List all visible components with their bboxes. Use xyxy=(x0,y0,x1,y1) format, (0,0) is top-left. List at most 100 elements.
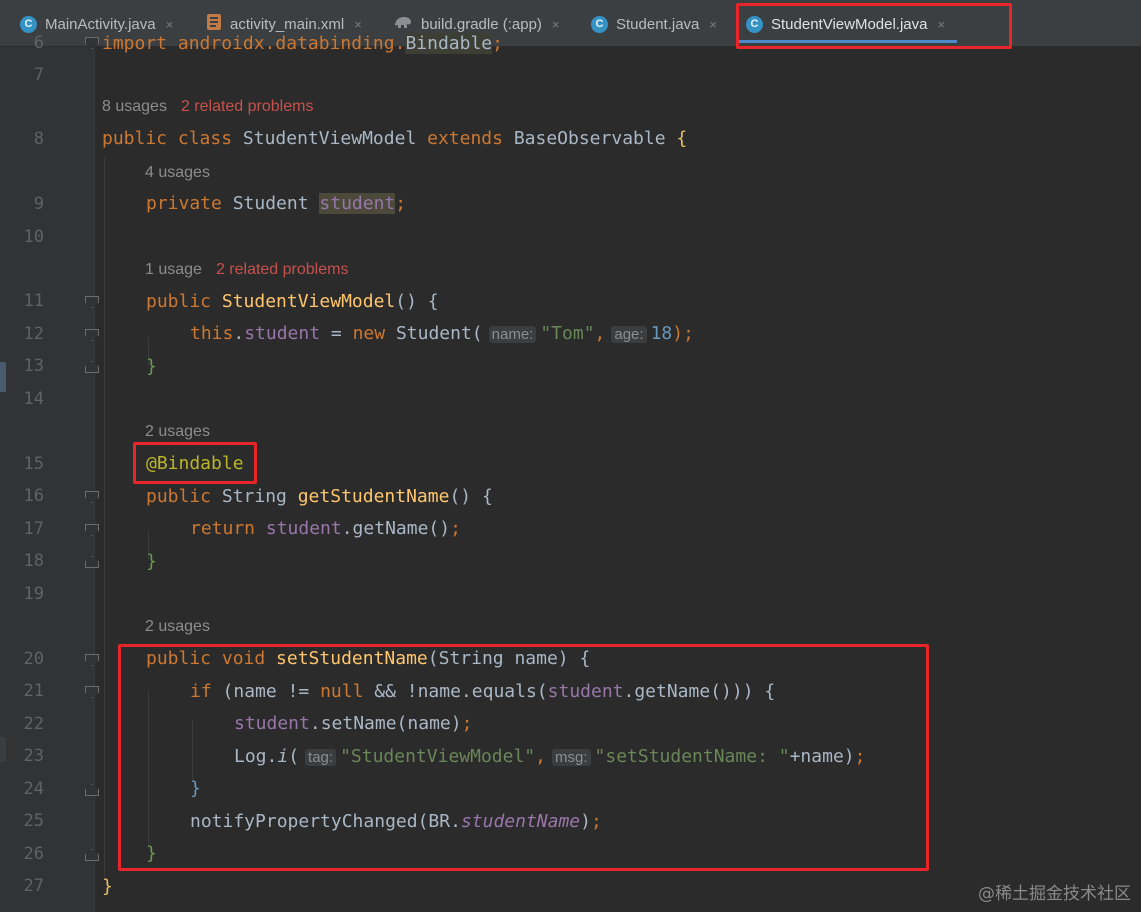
code-token: () { xyxy=(449,486,493,507)
line-number: 15 xyxy=(23,454,44,474)
usages-hint[interactable]: 8 usages 2 related problems xyxy=(102,97,313,117)
code-token: Student xyxy=(232,193,320,214)
setter-method-highlight-box xyxy=(118,644,929,871)
tab-student-java[interactable]: C Student.java × xyxy=(591,8,717,40)
line-number: 14 xyxy=(23,389,44,409)
code-line-13: } xyxy=(146,356,157,378)
code-token: , xyxy=(594,323,606,344)
line-number: 27 xyxy=(23,876,44,896)
code-line-27: } xyxy=(102,876,113,898)
line-number: 24 xyxy=(23,779,44,799)
close-icon[interactable]: × xyxy=(709,17,717,32)
annotation-highlight-box xyxy=(133,442,257,484)
usages-hint[interactable]: 4 usages xyxy=(145,163,210,183)
line-number: 23 xyxy=(23,746,44,766)
line-number: 11 xyxy=(23,291,44,311)
line-number: 7 xyxy=(33,65,44,85)
parameter-hint: age: xyxy=(611,326,647,343)
code-token: . xyxy=(233,323,245,344)
active-tab-highlight-box xyxy=(736,3,1012,49)
code-token: String xyxy=(221,486,298,507)
tab-label: activity_main.xml xyxy=(230,15,345,33)
code-token: student xyxy=(265,518,342,539)
line-number: 25 xyxy=(23,811,44,831)
usages-count[interactable]: 2 usages xyxy=(145,618,210,635)
line-number: 9 xyxy=(33,194,44,214)
usages-hint[interactable]: 2 usages xyxy=(145,422,210,442)
close-icon[interactable]: × xyxy=(552,17,560,32)
code-token: public xyxy=(146,486,222,507)
line-number: 10 xyxy=(23,227,44,247)
code-token: new xyxy=(352,323,396,344)
usages-count[interactable]: 8 usages xyxy=(102,98,167,115)
gradle-icon xyxy=(393,14,413,34)
code-token: 18 xyxy=(650,323,673,344)
code-token: student xyxy=(319,193,396,214)
line-number: 26 xyxy=(23,844,44,864)
code-token: ; xyxy=(395,193,407,214)
code-token: Bindable xyxy=(405,33,493,54)
code-token: public class xyxy=(102,128,243,149)
code-token: } xyxy=(102,876,113,897)
watermark: @稀土掘金技术社区 xyxy=(978,884,1131,904)
xml-layout-icon xyxy=(206,13,222,35)
line-number: 22 xyxy=(23,714,44,734)
close-icon[interactable]: × xyxy=(166,17,174,32)
code-editor[interactable]: 6 7 8 9 10 11 12 13 14 15 16 17 18 19 20… xyxy=(0,33,1141,912)
code-line-11: public StudentViewModel() { xyxy=(146,291,439,313)
code-token: BaseObservable xyxy=(513,128,677,149)
problems-hint[interactable]: 2 related problems xyxy=(216,261,349,278)
java-class-icon: C xyxy=(591,15,608,33)
usages-count[interactable]: 2 usages xyxy=(145,423,210,440)
code-token: Student( xyxy=(395,323,483,344)
code-token: () { xyxy=(395,291,439,312)
code-token: return xyxy=(190,518,266,539)
line-number: 6 xyxy=(33,33,44,53)
code-token: import androidx.databinding. xyxy=(102,33,406,54)
parameter-hint: name: xyxy=(488,326,537,343)
code-line-17: return student.getName(); xyxy=(190,518,461,540)
code-token: { xyxy=(676,128,688,149)
code-token: "Tom" xyxy=(540,323,595,344)
line-number: 17 xyxy=(23,519,44,539)
code-token: this xyxy=(190,323,234,344)
code-token: student xyxy=(244,323,321,344)
line-number: 19 xyxy=(23,584,44,604)
code-line-16: public String getStudentName() { xyxy=(146,486,493,508)
line-number: 20 xyxy=(23,649,44,669)
code-token: public xyxy=(146,291,222,312)
usages-count[interactable]: 1 usage xyxy=(145,261,202,278)
line-number: 21 xyxy=(23,681,44,701)
line-number: 8 xyxy=(33,129,44,149)
code-line-18: } xyxy=(146,551,157,573)
code-token: } xyxy=(146,356,157,377)
code-token: ; xyxy=(450,518,461,539)
code-line-12: this.student = new Student( name: "Tom", ag… xyxy=(190,323,694,346)
tab-label: Student.java xyxy=(616,15,700,33)
code-token: .getName() xyxy=(341,518,451,539)
line-number: 18 xyxy=(23,551,44,571)
code-line-8: public class StudentViewModel extends Ba… xyxy=(102,128,687,150)
indent-guide xyxy=(104,157,105,877)
code-token: = xyxy=(320,323,353,344)
close-icon[interactable]: × xyxy=(354,17,362,32)
code-token: ; xyxy=(492,33,503,54)
code-token: getStudentName xyxy=(297,486,450,507)
usages-hint[interactable]: 1 usage 2 related problems xyxy=(145,260,348,280)
line-number: 16 xyxy=(23,486,44,506)
line-number: 12 xyxy=(23,324,44,344)
code-token: private xyxy=(146,193,233,214)
code-token: StudentViewModel xyxy=(221,291,396,312)
line-number: 13 xyxy=(23,356,44,376)
problems-hint[interactable]: 2 related problems xyxy=(181,98,314,115)
code-token: ); xyxy=(672,323,694,344)
code-token: extends xyxy=(427,128,514,149)
code-token: StudentViewModel xyxy=(242,128,428,149)
code-line-9: private Student student; xyxy=(146,193,406,215)
tab-label: build.gradle (:app) xyxy=(421,15,542,33)
java-class-icon: C xyxy=(20,15,37,33)
usages-count[interactable]: 4 usages xyxy=(145,164,210,181)
usages-hint[interactable]: 2 usages xyxy=(145,617,210,637)
tab-label: MainActivity.java xyxy=(45,15,156,33)
code-token: } xyxy=(146,551,157,572)
